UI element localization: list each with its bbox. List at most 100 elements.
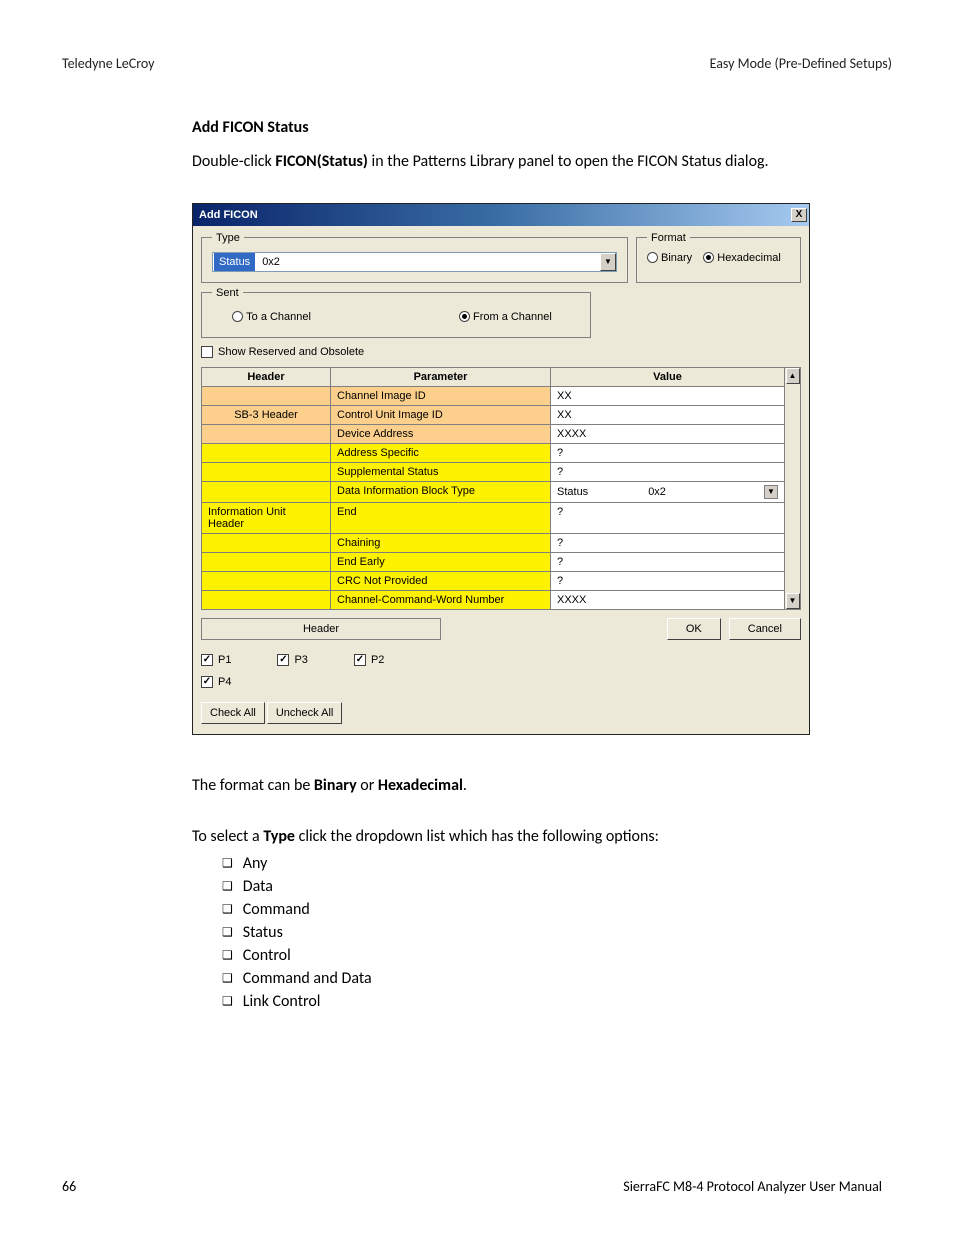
- table-row[interactable]: SB-3 HeaderControl Unit Image IDXX: [202, 406, 784, 425]
- bullet-icon: ❑: [222, 902, 233, 917]
- scroll-up-icon[interactable]: ▲: [786, 368, 800, 384]
- row-header: SB-3 Header: [202, 406, 331, 424]
- chevron-down-icon[interactable]: ▼: [764, 485, 778, 499]
- row-value[interactable]: XX: [551, 387, 784, 405]
- port-checkbox[interactable]: P1: [201, 654, 231, 666]
- row-value[interactable]: Status0x2▼: [551, 482, 784, 502]
- port-checkbox[interactable]: P3: [277, 654, 307, 666]
- radio-icon: [459, 311, 470, 322]
- row-parameter: Address Specific: [331, 444, 551, 462]
- checkbox-icon: [354, 654, 366, 666]
- row-header: Information Unit Header: [202, 503, 331, 533]
- type-options-list: ❑Any❑Data❑Command❑Status❑Control❑Command…: [222, 852, 882, 1013]
- row-header: [202, 482, 331, 502]
- parameter-table: Header Parameter Value Channel Image IDX…: [201, 367, 801, 610]
- col-value: Value: [551, 368, 784, 386]
- table-row[interactable]: Chaining?: [202, 534, 784, 553]
- row-parameter: CRC Not Provided: [331, 572, 551, 590]
- row-parameter: Supplemental Status: [331, 463, 551, 481]
- radio-icon: [647, 252, 658, 263]
- row-value[interactable]: XXXX: [551, 591, 784, 609]
- row-value[interactable]: ?: [551, 503, 784, 533]
- row-header: [202, 425, 331, 443]
- table-header-row: Header Parameter Value: [202, 368, 784, 387]
- dialog-titlebar[interactable]: Add FICON X: [193, 204, 809, 226]
- format-legend: Format: [647, 232, 690, 244]
- sent-to-radio[interactable]: To a Channel: [232, 311, 311, 323]
- uncheck-all-button[interactable]: Uncheck All: [267, 702, 342, 724]
- bullet-icon: ❑: [222, 971, 233, 986]
- port-checkboxes: P1 P3 P2 P4: [201, 654, 401, 688]
- list-item: ❑Link Control: [222, 990, 882, 1013]
- list-item: ❑Command and Data: [222, 967, 882, 990]
- row-parameter: Data Information Block Type: [331, 482, 551, 502]
- row-value[interactable]: ?: [551, 553, 784, 571]
- type-legend: Type: [212, 232, 244, 244]
- table-row[interactable]: Information Unit HeaderEnd?: [202, 503, 784, 534]
- radio-icon: [703, 252, 714, 263]
- list-item: ❑Command: [222, 898, 882, 921]
- sent-from-radio[interactable]: From a Channel: [459, 311, 552, 323]
- scroll-down-icon[interactable]: ▼: [786, 593, 800, 609]
- col-parameter: Parameter: [331, 368, 551, 386]
- row-value[interactable]: ?: [551, 572, 784, 590]
- type-selected: Status: [214, 253, 255, 271]
- add-ficon-dialog: Add FICON X Type Status 0x2 ▼: [192, 203, 810, 735]
- list-item: ❑Control: [222, 944, 882, 967]
- dialog-title: Add FICON: [199, 209, 258, 221]
- list-item: ❑Data: [222, 875, 882, 898]
- row-header: [202, 463, 331, 481]
- type-note: To select a Type click the dropdown list…: [192, 826, 882, 848]
- table-row[interactable]: Address Specific?: [202, 444, 784, 463]
- type-group: Type Status 0x2 ▼: [201, 232, 628, 283]
- table-row[interactable]: End Early?: [202, 553, 784, 572]
- close-button[interactable]: X: [791, 208, 807, 222]
- row-parameter: Control Unit Image ID: [331, 406, 551, 424]
- table-row[interactable]: Channel Image IDXX: [202, 387, 784, 406]
- col-header: Header: [202, 368, 331, 386]
- type-select[interactable]: Status 0x2 ▼: [212, 252, 617, 272]
- footer-title: SierraFC M8-4 Protocol Analyzer User Man…: [623, 1178, 882, 1195]
- format-hex-radio[interactable]: Hexadecimal: [703, 252, 781, 264]
- footer-header-label: Header: [201, 618, 441, 640]
- check-all-button[interactable]: Check All: [201, 702, 265, 724]
- row-value[interactable]: ?: [551, 444, 784, 462]
- row-parameter: End Early: [331, 553, 551, 571]
- row-parameter: Channel Image ID: [331, 387, 551, 405]
- row-header: [202, 387, 331, 405]
- cancel-button[interactable]: Cancel: [729, 618, 801, 640]
- port-checkbox[interactable]: P4: [201, 676, 231, 688]
- row-header: [202, 553, 331, 571]
- show-obsolete-checkbox[interactable]: Show Reserved and Obsolete: [201, 346, 364, 358]
- table-row[interactable]: Data Information Block TypeStatus0x2▼: [202, 482, 784, 503]
- scrollbar[interactable]: ▲ ▼: [784, 368, 800, 609]
- table-row[interactable]: Channel-Command-Word NumberXXXX: [202, 591, 784, 609]
- format-note: The format can be Binary or Hexadecimal.: [192, 775, 882, 797]
- bullet-icon: ❑: [222, 856, 233, 871]
- port-checkbox[interactable]: P2: [354, 654, 384, 666]
- bullet-icon: ❑: [222, 994, 233, 1009]
- table-row[interactable]: Device AddressXXXX: [202, 425, 784, 444]
- checkbox-icon: [201, 676, 213, 688]
- list-item: ❑Any: [222, 852, 882, 875]
- row-header: [202, 444, 331, 462]
- row-value[interactable]: ?: [551, 463, 784, 481]
- checkbox-icon: [277, 654, 289, 666]
- sent-group: Sent To a Channel From a Channel: [201, 287, 591, 338]
- radio-icon: [232, 311, 243, 322]
- row-parameter: End: [331, 503, 551, 533]
- format-binary-radio[interactable]: Binary: [647, 252, 692, 264]
- table-row[interactable]: CRC Not Provided?: [202, 572, 784, 591]
- row-value[interactable]: ?: [551, 534, 784, 552]
- intro-text: Double-click FICON(Status) in the Patter…: [192, 151, 882, 173]
- row-parameter: Chaining: [331, 534, 551, 552]
- row-header: [202, 534, 331, 552]
- ok-button[interactable]: OK: [667, 618, 721, 640]
- table-row[interactable]: Supplemental Status?: [202, 463, 784, 482]
- chevron-down-icon[interactable]: ▼: [600, 253, 616, 271]
- bullet-icon: ❑: [222, 925, 233, 940]
- row-value[interactable]: XXXX: [551, 425, 784, 443]
- row-value[interactable]: XX: [551, 406, 784, 424]
- page-number: 66: [62, 1178, 76, 1195]
- header-right: Easy Mode (Pre-Defined Setups): [710, 55, 892, 72]
